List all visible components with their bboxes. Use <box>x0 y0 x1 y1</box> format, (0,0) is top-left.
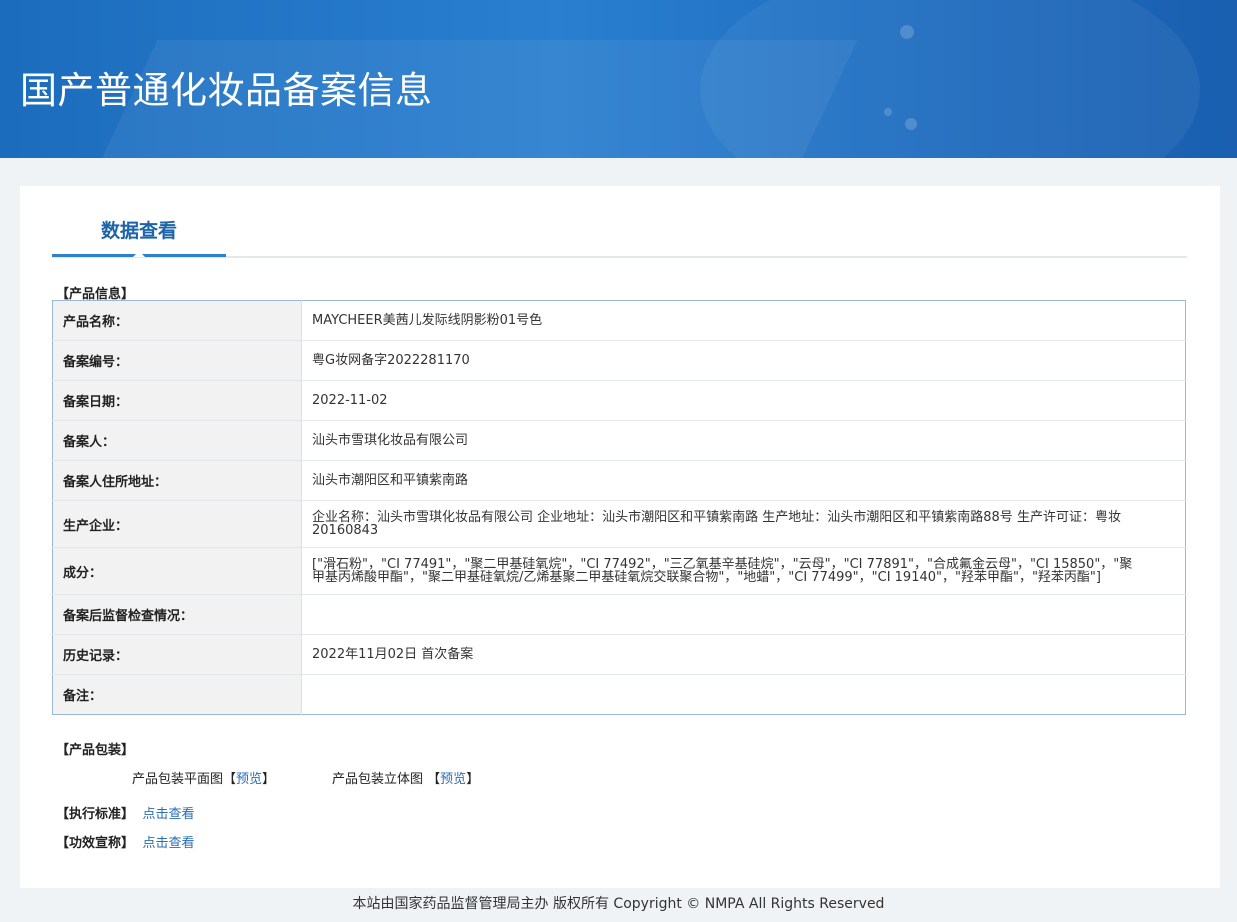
row-value: MAYCHEER美茜儿发际线阴影粉01号色 <box>301 300 1186 341</box>
preview-stereo-link[interactable]: 预览 <box>440 772 466 787</box>
standard-heading: 【执行标准】 <box>56 807 135 822</box>
table-row: 备注： <box>52 674 1186 715</box>
packaging-stereo-item: 产品包装立体图 【预览】 <box>332 768 479 787</box>
row-key: 备案人住所地址： <box>52 460 302 501</box>
row-key: 备案人： <box>52 420 302 461</box>
banner-dot <box>900 25 914 39</box>
table-row: 生产企业： 企业名称：汕头市雪琪化妆品有限公司 企业地址：汕头市潮阳区和平镇紫南… <box>52 500 1186 548</box>
table-row: 成分： ["滑石粉"，"CI 77491"，"聚二甲基硅氧烷"，"CI 7749… <box>52 547 1186 595</box>
header-banner: 国产普通化妆品备案信息 <box>0 0 1237 158</box>
row-key: 备案日期： <box>52 380 302 421</box>
row-key: 历史记录： <box>52 634 302 675</box>
row-key: 产品名称： <box>52 300 302 341</box>
packaging-heading: 【产品包装】 <box>56 743 135 758</box>
row-key: 生产企业： <box>52 500 302 548</box>
banner-dot <box>905 118 917 130</box>
row-value: 2022年11月02日 首次备案 <box>301 634 1186 675</box>
tab-bar: 数据查看 <box>52 186 1187 258</box>
standard-view-link[interactable]: 点击查看 <box>143 807 195 822</box>
table-row: 备案编号： 粤G妆网备字2022281170 <box>52 340 1186 381</box>
row-value: 粤G妆网备字2022281170 <box>301 340 1186 381</box>
bracket-open: 【 <box>223 772 237 787</box>
tab-label: 数据查看 <box>100 220 177 242</box>
row-value: 汕头市潮阳区和平镇紫南路 <box>301 460 1186 501</box>
row-value: ["滑石粉"，"CI 77491"，"聚二甲基硅氧烷"，"CI 77492"，"… <box>301 547 1186 595</box>
bracket-close: 】 <box>466 772 480 787</box>
content-card: 数据查看 【产品信息】 产品名称： MAYCHEER美茜儿发际线阴影粉01号色 … <box>20 186 1220 888</box>
tab-data-view[interactable]: 数据查看 <box>52 210 226 257</box>
tab-caret-icon <box>133 251 145 257</box>
efficacy-view-link[interactable]: 点击查看 <box>143 836 195 851</box>
table-row: 历史记录： 2022年11月02日 首次备案 <box>52 634 1186 675</box>
efficacy-heading: 【功效宣称】 <box>56 836 135 851</box>
standard-row: 【执行标准】 点击查看 <box>56 803 195 822</box>
table-row: 产品名称： MAYCHEER美茜儿发际线阴影粉01号色 <box>52 300 1186 341</box>
table-row: 备案人： 汕头市雪琪化妆品有限公司 <box>52 420 1186 461</box>
row-value <box>302 675 1186 715</box>
row-key: 备注： <box>52 674 302 715</box>
table-row: 备案人住所地址： 汕头市潮阳区和平镇紫南路 <box>52 460 1186 501</box>
page-title: 国产普通化妆品备案信息 <box>20 69 433 112</box>
packaging-flat-label: 产品包装平面图 <box>132 772 224 787</box>
product-info-table: 产品名称： MAYCHEER美茜儿发际线阴影粉01号色 备案编号： 粤G妆网备字… <box>52 300 1186 715</box>
table-row: 备案后监督检查情况： <box>52 594 1186 635</box>
efficacy-row: 【功效宣称】 点击查看 <box>56 832 195 851</box>
banner-dot <box>884 108 892 116</box>
table-row: 备案日期： 2022-11-02 <box>52 380 1186 421</box>
row-value <box>301 594 1186 635</box>
packaging-flat-item: 产品包装平面图【预览】 <box>132 768 275 787</box>
row-value: 2022-11-02 <box>301 380 1186 421</box>
row-key: 备案后监督检查情况： <box>52 594 302 635</box>
row-key: 成分： <box>52 547 302 595</box>
preview-flat-link[interactable]: 预览 <box>236 772 262 787</box>
footer-copyright: 本站由国家药品监督管理局主办 版权所有 Copyright © NMPA All… <box>352 896 885 912</box>
banner-decoration <box>700 0 1200 158</box>
row-value: 汕头市雪琪化妆品有限公司 <box>301 420 1186 461</box>
bracket-close: 】 <box>262 772 276 787</box>
row-value: 企业名称：汕头市雪琪化妆品有限公司 企业地址：汕头市潮阳区和平镇紫南路 生产地址… <box>301 500 1186 548</box>
row-key: 备案编号： <box>52 340 302 381</box>
packaging-stereo-label: 产品包装立体图 <box>332 772 424 787</box>
bracket-open: 【 <box>427 772 441 787</box>
